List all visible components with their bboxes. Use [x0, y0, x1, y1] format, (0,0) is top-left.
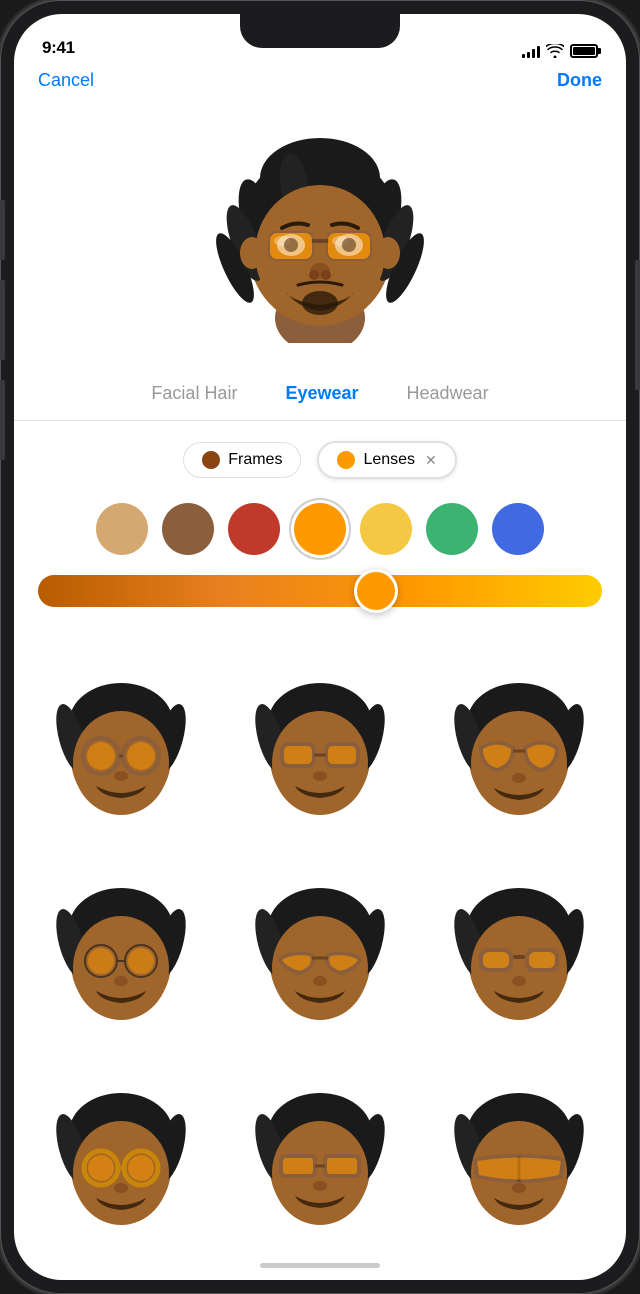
notch: [240, 14, 400, 48]
volume-down-button: [0, 380, 5, 460]
swatch-red[interactable]: [228, 503, 280, 555]
tab-headwear[interactable]: Headwear: [383, 383, 513, 404]
avatar-area: [14, 103, 626, 383]
memoji-item-2[interactable]: [221, 635, 420, 840]
home-indicator: [14, 1250, 626, 1280]
swatches-area: [14, 495, 626, 571]
swatch-green[interactable]: [426, 503, 478, 555]
swatch-brown[interactable]: [162, 503, 214, 555]
status-icons: [522, 44, 598, 58]
wifi-icon: [546, 44, 564, 58]
phone-screen: 9:41 Cancel: [14, 14, 626, 1280]
power-button: [635, 260, 640, 390]
signal-icon: [522, 45, 540, 58]
nav-bar: Cancel Done: [14, 66, 626, 103]
tab-eyewear[interactable]: Eyewear: [261, 383, 382, 404]
mute-button: [0, 200, 5, 260]
memoji-item-1[interactable]: [22, 635, 221, 840]
memoji-item-3[interactable]: [419, 635, 618, 840]
color-slider[interactable]: [38, 575, 602, 607]
done-button[interactable]: Done: [557, 70, 602, 91]
tabs-container: Facial Hair Eyewear Headwear: [14, 383, 626, 420]
filter-area: Frames Lenses ✕: [14, 421, 626, 495]
swatch-yellow[interactable]: [360, 503, 412, 555]
memoji-item-4[interactable]: [22, 840, 221, 1045]
avatar: [210, 123, 430, 343]
lenses-filter-button[interactable]: Lenses ✕: [317, 441, 456, 479]
lenses-color-dot: [337, 451, 355, 469]
status-time: 9:41: [42, 38, 75, 58]
battery-icon: [570, 44, 598, 58]
cancel-button[interactable]: Cancel: [38, 70, 94, 91]
home-bar: [260, 1263, 380, 1268]
tab-facial-hair[interactable]: Facial Hair: [127, 383, 261, 404]
frames-color-dot: [202, 451, 220, 469]
swatch-blue[interactable]: [492, 503, 544, 555]
frames-label: Frames: [228, 451, 282, 469]
slider-thumb[interactable]: [354, 569, 398, 613]
swatch-orange[interactable]: [294, 503, 346, 555]
swatch-tan[interactable]: [96, 503, 148, 555]
lenses-label: Lenses: [363, 451, 415, 469]
memoji-item-6[interactable]: [419, 840, 618, 1045]
memoji-item-9[interactable]: [419, 1045, 618, 1250]
lenses-close-icon[interactable]: ✕: [425, 452, 437, 469]
phone-frame: 9:41 Cancel: [0, 0, 640, 1294]
memoji-item-8[interactable]: [221, 1045, 420, 1250]
volume-up-button: [0, 280, 5, 360]
frames-filter-button[interactable]: Frames: [183, 442, 301, 478]
memoji-item-7[interactable]: [22, 1045, 221, 1250]
memoji-grid: [14, 627, 626, 1250]
memoji-item-5[interactable]: [221, 840, 420, 1045]
slider-area: [14, 571, 626, 627]
